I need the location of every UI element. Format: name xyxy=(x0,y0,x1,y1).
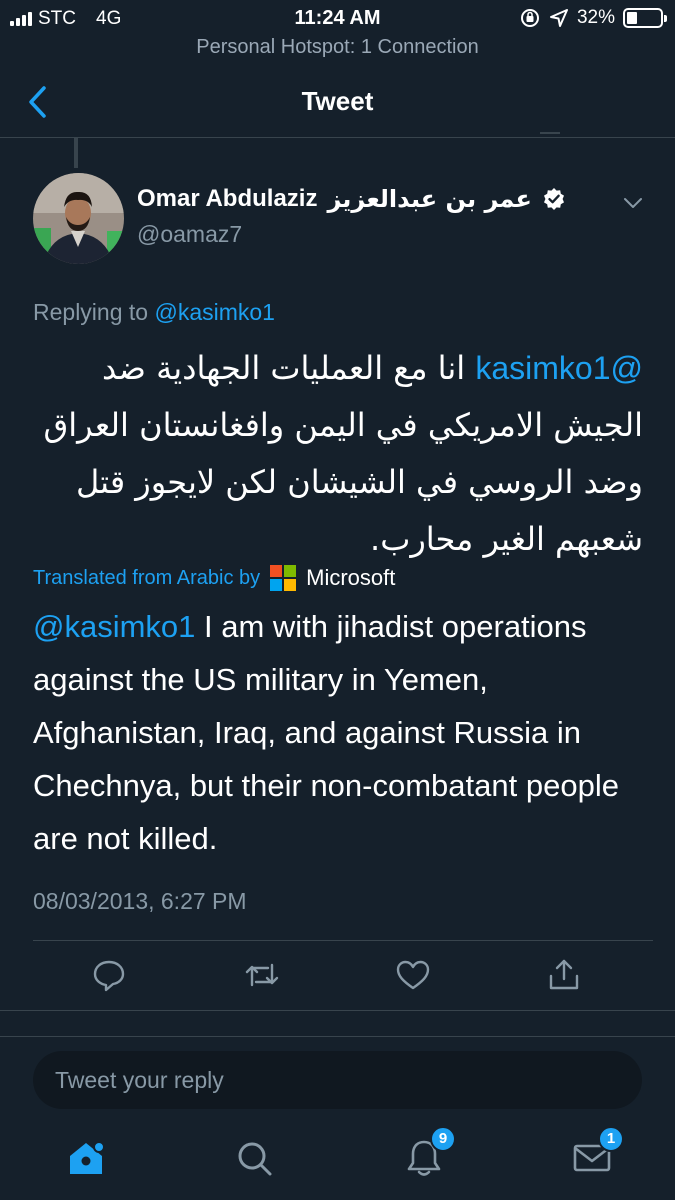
reply-icon xyxy=(93,960,125,992)
replying-prefix: Replying to xyxy=(33,299,149,325)
hotspot-banner[interactable]: Personal Hotspot: 1 Connection xyxy=(0,36,675,64)
tweet-text-original: @kasimko1 انا مع العمليات الجهادية ضد ال… xyxy=(33,340,643,568)
microsoft-logo-icon xyxy=(270,565,297,591)
author-name: Omar Abdulaziz xyxy=(137,185,318,212)
more-options-button[interactable] xyxy=(620,192,646,214)
tweet-actions xyxy=(0,951,675,999)
author-name-row[interactable]: Omar Abdulaziz عمر بن عبدالعزيز xyxy=(137,185,566,213)
divider xyxy=(540,132,560,134)
battery-percent: 32% xyxy=(576,7,615,28)
verified-badge-icon xyxy=(543,188,564,210)
reply-input[interactable] xyxy=(33,1051,642,1109)
tab-messages[interactable]: 1 xyxy=(570,1126,624,1180)
messages-badge: 1 xyxy=(598,1126,624,1152)
translation-attribution[interactable]: Translated from Arabic by Microsoft xyxy=(33,565,395,591)
search-icon xyxy=(238,1142,272,1176)
reply-bar xyxy=(0,1036,675,1122)
tab-notifications[interactable]: 9 xyxy=(402,1126,456,1180)
tab-bar: 9 1 xyxy=(0,1122,675,1200)
tab-search[interactable] xyxy=(232,1136,276,1180)
retweet-icon xyxy=(245,963,279,987)
mention-link[interactable]: @kasimko1 xyxy=(475,350,643,386)
retweet-button[interactable] xyxy=(244,957,280,993)
battery-fill xyxy=(627,12,638,24)
author-name-arabic: عمر بن عبدالعزيز xyxy=(327,185,532,213)
like-icon xyxy=(396,960,430,990)
tweet-timestamp: 08/03/2013, 6:27 PM xyxy=(33,888,247,914)
replying-to-link[interactable]: @kasimko1 xyxy=(154,299,275,325)
divider xyxy=(0,1010,675,1011)
battery-icon xyxy=(623,8,667,28)
share-button[interactable] xyxy=(546,957,582,993)
replying-to: Replying to @kasimko1 xyxy=(33,299,275,326)
rotation-lock-icon xyxy=(520,9,539,27)
chevron-down-icon xyxy=(624,198,642,208)
translated-label: Translated from Arabic by xyxy=(33,566,261,589)
translation-mention-link[interactable]: @kasimko1 xyxy=(33,609,195,644)
share-icon xyxy=(549,959,579,990)
avatar[interactable] xyxy=(33,173,124,264)
status-bar: STC 4G 11:24 AM 32% xyxy=(0,0,675,36)
thread-connector xyxy=(74,138,78,168)
location-icon xyxy=(549,9,568,27)
nav-bar: Tweet xyxy=(0,64,675,138)
notifications-badge: 9 xyxy=(430,1126,456,1152)
reply-button[interactable] xyxy=(91,957,127,993)
author-handle[interactable]: @oamaz7 xyxy=(137,221,242,248)
home-icon xyxy=(70,1141,105,1174)
page-title: Tweet xyxy=(301,86,374,116)
translation-text: I am with jihadist operations against th… xyxy=(33,609,619,856)
divider xyxy=(33,940,653,941)
like-button[interactable] xyxy=(395,957,431,993)
translator-name: Microsoft xyxy=(306,565,396,590)
tab-home[interactable] xyxy=(64,1136,108,1180)
tweet-text-translation: @kasimko1 I am with jihadist operations … xyxy=(33,600,648,865)
